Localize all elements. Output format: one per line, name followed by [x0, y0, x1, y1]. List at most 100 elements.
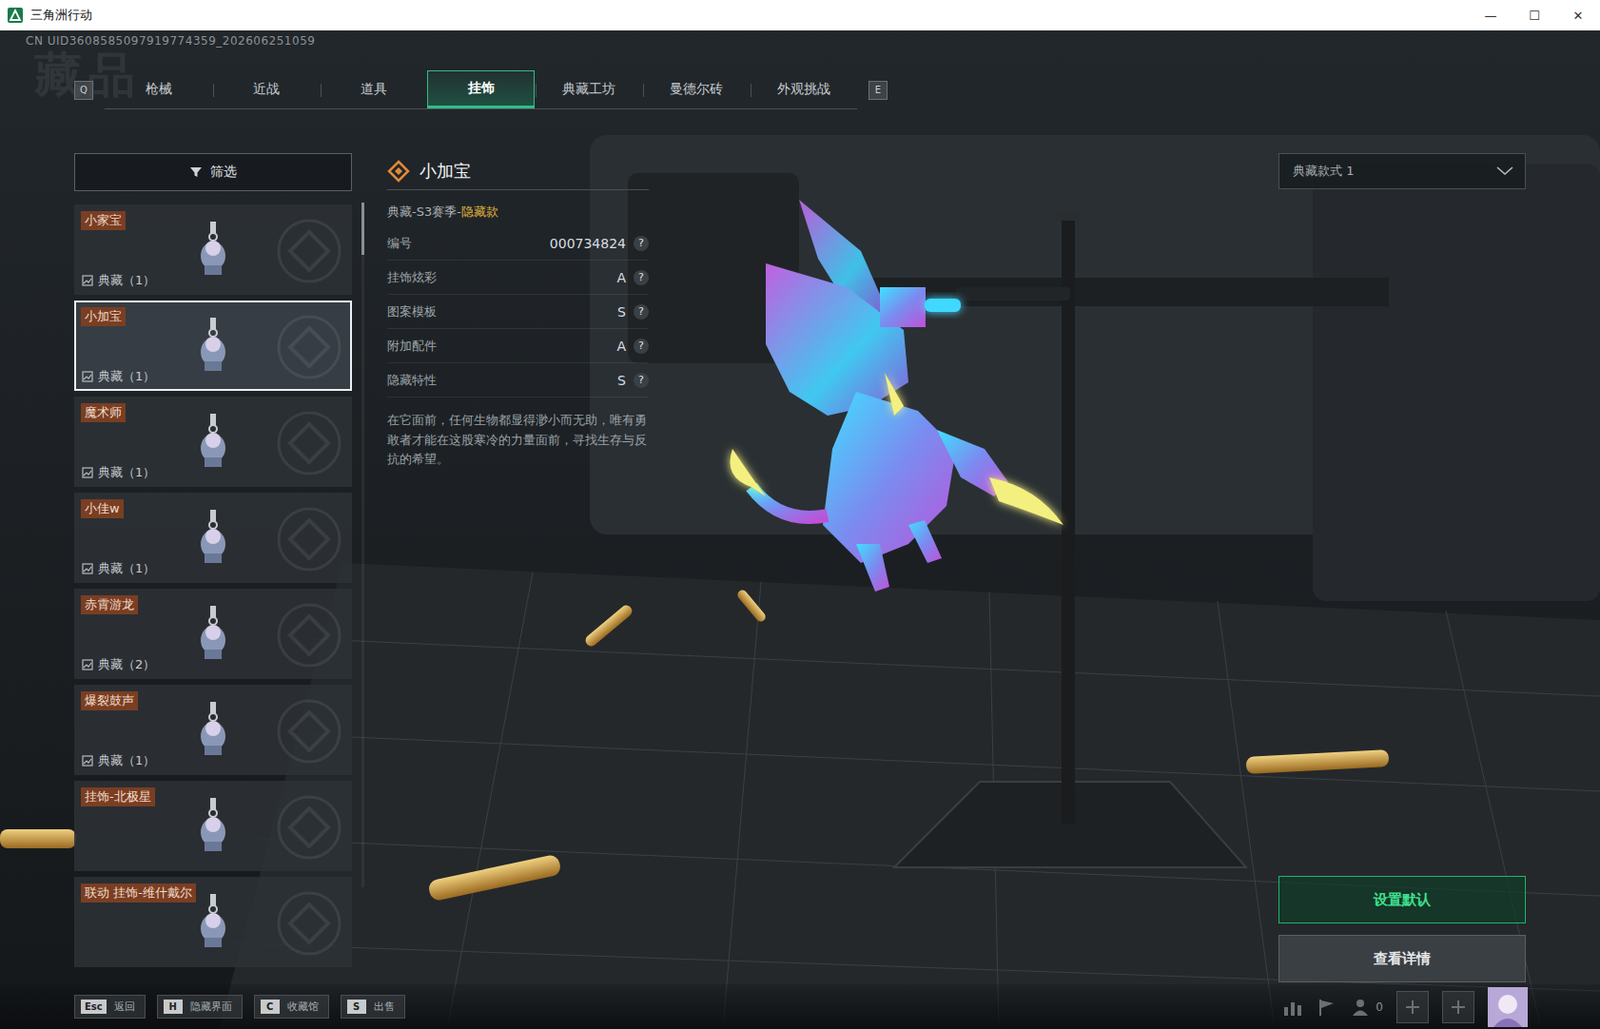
action-panel: 典藏款式 1 设置默认查看详情: [1278, 153, 1526, 985]
item-count: 典藏（1）: [81, 560, 156, 578]
main-area: 藏品CN UID3608585097919774359_202606251059…: [0, 30, 1600, 1029]
window-control-button[interactable]: —: [1468, 0, 1513, 31]
filter-label: 筛选: [210, 163, 237, 181]
add-slot-icon[interactable]: [1396, 991, 1429, 1024]
picture-icon: [81, 563, 94, 575]
help-button[interactable]: ?: [633, 304, 649, 320]
item-name: 小加宝: [80, 307, 126, 327]
flag-icon[interactable]: [1316, 997, 1338, 1017]
tab[interactable]: 典藏工坊: [534, 70, 643, 109]
crate: [589, 135, 1600, 602]
stat-row: 隐藏特性S?: [387, 363, 649, 398]
item-name: 小家宝: [80, 211, 126, 231]
funnel-icon: [189, 165, 203, 179]
tab[interactable]: 挂饰: [427, 70, 535, 109]
picture-icon: [81, 274, 94, 287]
emblem-icon: [275, 698, 343, 765]
emblem-icon: [275, 506, 343, 573]
item-list: 小家宝典藏（1）小加宝典藏（1）魔术师典藏（1）小佳w典藏（1）赤霄游龙典藏（2…: [74, 204, 352, 985]
window-control-button[interactable]: ✕: [1556, 0, 1600, 31]
uid-label: CN UID3608585097919774359_202606251059: [0, 30, 1600, 50]
detail-panel: 小加宝典藏-S3赛季-隐藏款编号000734824?挂饰炫彩A?图案模板S?附加…: [387, 153, 649, 985]
person-icon: [1350, 997, 1370, 1017]
item-count: 典藏（1）: [81, 272, 156, 290]
item-card[interactable]: 魔术师典藏（1）: [74, 396, 352, 488]
tab[interactable]: 外观挑战: [749, 70, 858, 109]
help-button[interactable]: ?: [633, 372, 649, 389]
tab[interactable]: 近战: [212, 70, 320, 109]
stat-row: 挂饰炫彩A?: [387, 260, 649, 295]
help-button[interactable]: ?: [633, 235, 649, 252]
hotkey-button[interactable]: C收藏馆: [253, 995, 330, 1019]
item-card[interactable]: 赤霄游龙典藏（2）: [74, 588, 352, 680]
stand: [894, 211, 1247, 868]
picture-icon: [81, 755, 94, 767]
charm-thumbnail-icon: [191, 604, 235, 665]
list-scrollbar[interactable]: [361, 202, 365, 888]
content: 筛选小家宝典藏（1）小加宝典藏（1）魔术师典藏（1）小佳w典藏（1）赤霄游龙典藏…: [0, 153, 1600, 985]
item-card[interactable]: 挂饰-北极星: [74, 780, 352, 872]
item-count: 典藏（2）: [81, 656, 156, 674]
detail-subtitle: 典藏-S3赛季-隐藏款: [387, 190, 649, 227]
prev-tab-key[interactable]: Q: [74, 80, 94, 100]
avatar-icon[interactable]: [1487, 987, 1528, 1028]
logo-icon: [7, 7, 23, 23]
tab[interactable]: 道具: [319, 70, 428, 109]
style-dropdown[interactable]: 典藏款式 1: [1278, 153, 1526, 190]
picture-icon: [81, 370, 94, 383]
stat-row: 附加配件A?: [387, 329, 649, 364]
emblem-icon: [275, 217, 343, 285]
window-title: 三角洲行动: [30, 6, 93, 24]
friends-count[interactable]: 0: [1350, 997, 1384, 1017]
action-button[interactable]: 查看详情: [1278, 935, 1526, 983]
item-card[interactable]: 小加宝典藏（1）: [74, 300, 352, 391]
charm-thumbnail-icon: [191, 411, 235, 473]
stat-row: 编号000734824?: [387, 226, 649, 261]
tab-bar: Q 枪械近战道具挂饰典藏工坊曼德尔砖外观挑战 E: [0, 70, 1600, 110]
item-count: 典藏（1）: [81, 368, 156, 386]
next-tab-key[interactable]: E: [868, 80, 888, 100]
charm-thumbnail-icon: [191, 892, 235, 954]
hotkey-button[interactable]: S出售: [340, 995, 406, 1019]
item-count: 典藏（1）: [81, 752, 156, 770]
help-button[interactable]: ?: [633, 338, 649, 354]
help-button[interactable]: ?: [633, 270, 649, 286]
chevron-down-icon: [1496, 166, 1514, 176]
bullets: [0, 587, 1389, 902]
item-name: 小佳w: [80, 499, 124, 519]
item-name: 联动 挂饰-维什戴尔: [80, 883, 196, 903]
detail-header: 小加宝: [387, 153, 649, 191]
window-control-button[interactable]: ☐: [1512, 0, 1557, 31]
dragon-charm: [730, 199, 1065, 592]
emblem-icon: [275, 890, 343, 957]
hotkey-button[interactable]: Esc返回: [74, 995, 146, 1019]
tabs: 枪械近战道具挂饰典藏工坊曼德尔砖外观挑战: [104, 70, 858, 110]
item-name: 魔术师: [80, 403, 126, 423]
detail-description: 在它面前，任何生物都显得渺小而无助，唯有勇敢者才能在这股寒冷的力量面前，寻找生存…: [387, 410, 649, 470]
title-bar: 三角洲行动 —☐✕: [0, 0, 1600, 31]
chart-icon[interactable]: [1282, 997, 1304, 1017]
item-name: 爆裂鼓声: [80, 691, 138, 711]
tab[interactable]: 枪械: [104, 70, 213, 109]
add-slot-icon[interactable]: [1442, 991, 1475, 1024]
hotkey-button[interactable]: H隐藏界面: [156, 995, 243, 1019]
emblem-icon: [275, 794, 343, 861]
charm-thumbnail-icon: [191, 219, 235, 281]
tab[interactable]: 曼德尔砖: [642, 70, 750, 109]
charm-thumbnail-icon: [191, 507, 235, 569]
emblem-icon: [275, 313, 343, 381]
cutting-mat: [218, 563, 1600, 1029]
item-card[interactable]: 联动 挂饰-维什戴尔: [74, 877, 352, 968]
emblem-icon: [275, 409, 343, 477]
status-icons: 0: [1282, 987, 1528, 1028]
stat-row: 图案模板S?: [387, 294, 649, 330]
action-button[interactable]: 设置默认: [1278, 876, 1526, 924]
game-window: 三角洲行动 —☐✕藏品CN UID3608585097919774359_2026…: [0, 0, 1600, 1029]
item-card[interactable]: 小家宝典藏（1）: [74, 204, 352, 295]
item-list-panel: 筛选小家宝典藏（1）小加宝典藏（1）魔术师典藏（1）小佳w典藏（1）赤霄游龙典藏…: [74, 153, 352, 985]
filter-button[interactable]: 筛选: [74, 153, 352, 192]
item-card[interactable]: 小佳w 典藏（1）: [74, 492, 352, 584]
bottom-bar: Esc返回 H隐藏界面 C收藏馆 S出售 0: [0, 984, 1600, 1029]
charm-thumbnail-icon: [191, 700, 235, 761]
item-card[interactable]: 爆裂鼓声典藏（1）: [74, 684, 352, 776]
